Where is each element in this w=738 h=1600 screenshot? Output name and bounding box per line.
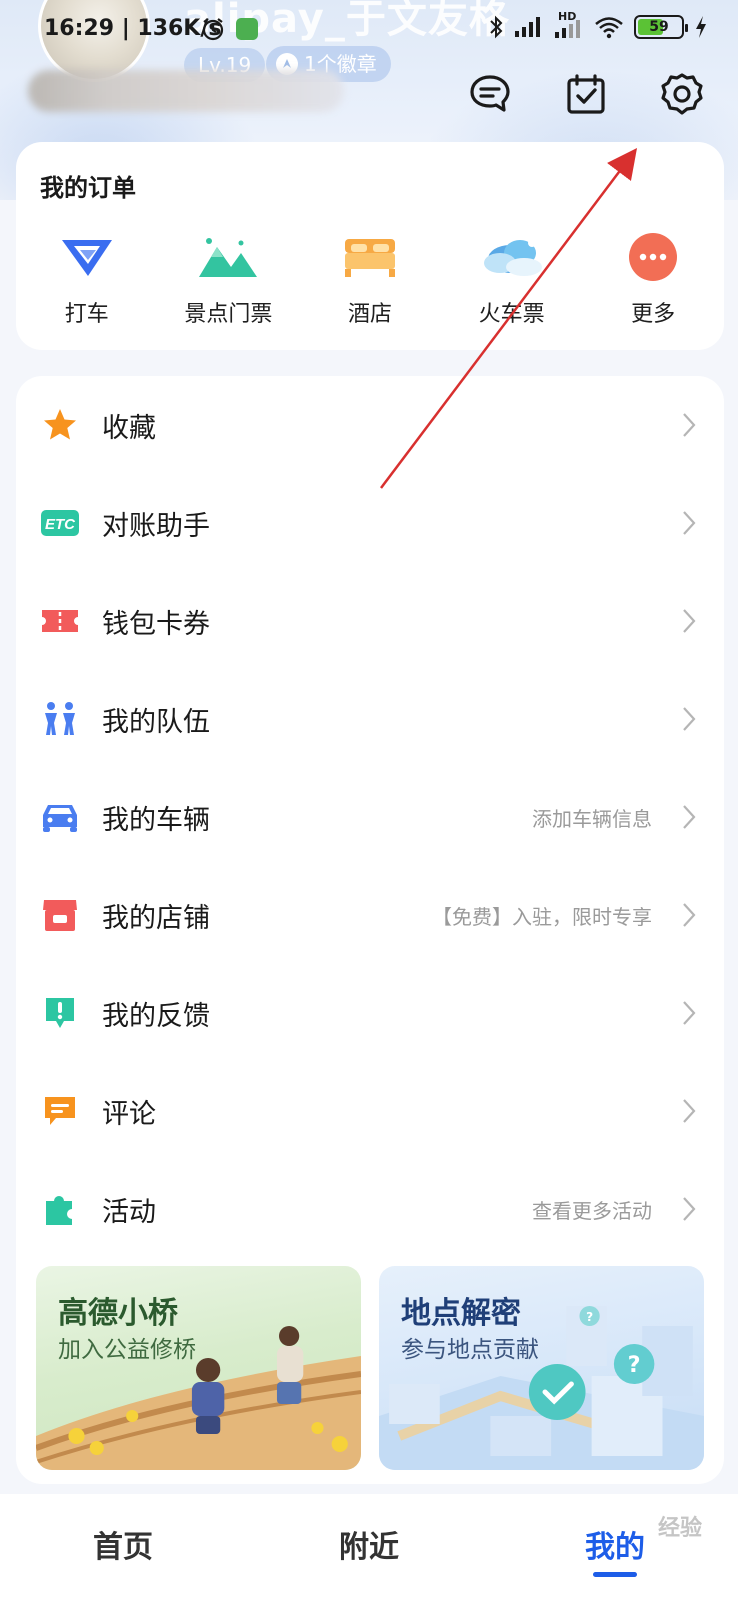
menu-label: 我的店铺 xyxy=(102,902,210,934)
gear-icon xyxy=(661,73,703,115)
order-label: 打车 xyxy=(64,302,109,327)
shop-icon xyxy=(40,895,80,935)
bluetooth-icon xyxy=(490,15,503,39)
svg-text:ETC: ETC xyxy=(45,516,76,533)
chevron-right-icon xyxy=(680,802,698,832)
chevron-right-icon xyxy=(680,606,698,636)
promo-banner-place-decode[interactable]: ? ? 地点解密 参与地点贡献 xyxy=(379,1266,704,1470)
puzzle-icon xyxy=(40,1189,80,1229)
menu-item-wallet-coupons[interactable]: 钱包卡券 xyxy=(16,572,724,670)
my-orders-card: 我的订单 打车 景点门票 酒店 火车票 更多 xyxy=(16,142,724,350)
settings-button[interactable] xyxy=(656,68,708,120)
promo-subtitle: 参与地点贡献 xyxy=(401,1337,539,1363)
calendar-check-icon xyxy=(567,74,605,114)
menu-item-activities[interactable]: 活动 查看更多活动 xyxy=(16,1160,724,1258)
promo-title: 高德小桥 xyxy=(58,1296,178,1331)
nav-label: 首页 xyxy=(93,1530,153,1565)
order-label: 酒店 xyxy=(347,302,392,327)
menu-hint: 查看更多活动 xyxy=(532,1198,652,1223)
chat-bubble-icon xyxy=(470,75,510,112)
order-item-scenic-ticket[interactable]: 景点门票 xyxy=(168,228,288,338)
menu-label: 收藏 xyxy=(102,412,156,444)
menu-hint: 【免费】入驻，限时专享 xyxy=(432,904,652,929)
menu-label: 钱包卡券 xyxy=(102,608,210,640)
svg-text:?: ? xyxy=(628,1352,641,1378)
svg-text:?: ? xyxy=(586,1310,593,1324)
battery-level: 59 xyxy=(649,19,669,35)
status-bar: 16:29 | 136K/s HD 59 xyxy=(0,0,738,66)
nav-tab-home[interactable]: 首页 xyxy=(33,1494,213,1584)
ticket-icon xyxy=(40,601,80,641)
chevron-right-icon xyxy=(680,410,698,440)
signal-icon xyxy=(515,17,540,37)
mountain-icon xyxy=(194,228,262,286)
promo-subtitle: 加入公益修桥 xyxy=(58,1337,196,1363)
menu-label: 评论 xyxy=(102,1098,156,1130)
menu-item-my-feedback[interactable]: 我的反馈 xyxy=(16,964,724,1062)
blurred-user-info xyxy=(28,70,344,112)
charging-icon xyxy=(696,16,706,38)
menu-list: 收藏 ETC 对账助手 钱包卡券 我的队伍 我的车辆 添加车辆信息 我的店铺 【… xyxy=(16,376,724,1258)
wifi-icon xyxy=(595,17,623,39)
car-icon xyxy=(40,797,80,837)
cloud-icon xyxy=(478,228,546,286)
menu-label: 活动 xyxy=(102,1196,156,1228)
order-label: 火车票 xyxy=(478,302,545,327)
order-item-hotel[interactable]: 酒店 xyxy=(310,228,430,338)
menu-label: 我的队伍 xyxy=(102,706,210,738)
more-dots-icon xyxy=(619,228,687,286)
chevron-right-icon xyxy=(680,998,698,1028)
menu-item-my-shop[interactable]: 我的店铺 【免费】入驻，限时专享 xyxy=(16,866,724,964)
promo-banners: 高德小桥 加入公益修桥 ? ? 地点解密 参与地点贡献 xyxy=(36,1266,704,1470)
star-icon xyxy=(40,405,80,445)
alarm-icon xyxy=(202,18,224,41)
bottom-nav: 首页 附近 我的 xyxy=(0,1494,738,1600)
order-label: 景点门票 xyxy=(184,302,273,327)
feedback-icon xyxy=(40,993,80,1033)
promo-title: 地点解密 xyxy=(401,1296,521,1331)
menu-item-my-vehicle[interactable]: 我的车辆 添加车辆信息 xyxy=(16,768,724,866)
menu-label: 我的车辆 xyxy=(102,804,210,836)
bed-icon xyxy=(336,228,404,286)
order-item-taxi[interactable]: 打车 xyxy=(27,228,147,338)
menu-label: 我的反馈 xyxy=(102,1000,210,1032)
watermark: 经验 xyxy=(657,1516,702,1541)
chevron-right-icon xyxy=(680,704,698,734)
comment-icon xyxy=(40,1091,80,1131)
menu-hint: 添加车辆信息 xyxy=(532,806,652,831)
promo-banner-bridge[interactable]: 高德小桥 加入公益修桥 xyxy=(36,1266,361,1470)
menu-label: 对账助手 xyxy=(102,510,210,542)
taxi-icon xyxy=(53,228,121,286)
nav-tab-nearby[interactable]: 附近 xyxy=(279,1494,459,1584)
active-tab-indicator xyxy=(593,1572,637,1577)
chevron-right-icon xyxy=(680,900,698,930)
status-right-group: HD 59 xyxy=(488,10,708,40)
etc-icon: ETC xyxy=(40,503,80,543)
chevron-right-icon xyxy=(680,1194,698,1224)
orders-title: 我的订单 xyxy=(40,174,136,202)
nav-label: 附近 xyxy=(339,1530,399,1565)
menu-item-comments[interactable]: 评论 xyxy=(16,1062,724,1160)
team-icon xyxy=(40,699,80,739)
chevron-right-icon xyxy=(680,508,698,538)
battery-indicator: 59 xyxy=(634,15,688,39)
app-notification-icon xyxy=(236,18,258,40)
nav-label: 我的 xyxy=(585,1530,645,1565)
menu-card: 收藏 ETC 对账助手 钱包卡券 我的队伍 我的车辆 添加车辆信息 我的店铺 【… xyxy=(16,376,724,1484)
signal-hd-icon: HD xyxy=(554,10,584,40)
checkin-button[interactable] xyxy=(560,68,612,120)
message-button[interactable] xyxy=(464,68,516,120)
menu-item-favorites[interactable]: 收藏 xyxy=(16,376,724,474)
orders-row: 打车 景点门票 酒店 火车票 更多 xyxy=(16,228,724,338)
header-actions xyxy=(464,68,708,120)
order-item-more[interactable]: 更多 xyxy=(593,228,713,338)
order-item-train-ticket[interactable]: 火车票 xyxy=(452,228,572,338)
order-label: 更多 xyxy=(631,302,676,327)
menu-item-reconciliation[interactable]: ETC 对账助手 xyxy=(16,474,724,572)
status-time-speed: 16:29 | 136K/s xyxy=(44,16,222,41)
menu-item-my-team[interactable]: 我的队伍 xyxy=(16,670,724,768)
chevron-right-icon xyxy=(680,1096,698,1126)
